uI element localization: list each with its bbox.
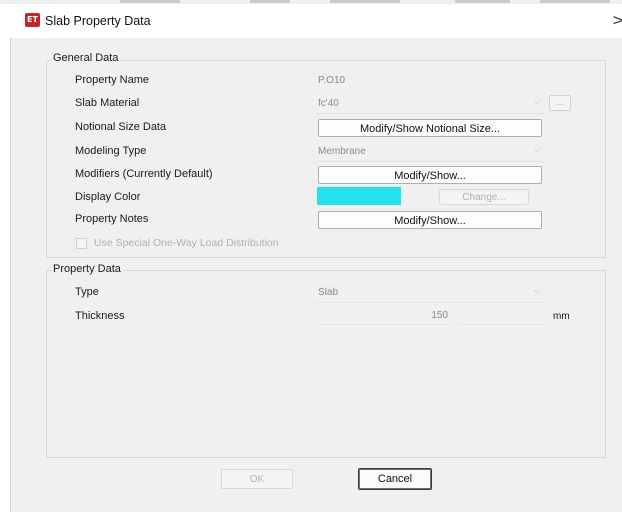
thickness-unit: mm [553, 311, 570, 322]
chevron-down-icon: ⌵ [533, 145, 540, 154]
one-way-load-checkbox[interactable] [76, 238, 87, 249]
modifiers-label: Modifiers (Currently Default) [75, 168, 213, 180]
general-data-title: General Data [51, 52, 121, 64]
notional-size-label: Notional Size Data [75, 121, 167, 133]
chevron-down-icon: ⌵ [533, 286, 540, 295]
thickness-label: Thickness [75, 310, 125, 322]
property-name-value: P.O10 [318, 75, 346, 86]
slab-material-dropdown[interactable]: fc'40 ⌵ [316, 95, 544, 114]
property-notes-label: Property Notes [75, 213, 149, 225]
change-color-button[interactable]: Change... [439, 189, 529, 205]
modeling-type-value: Membrane [318, 146, 366, 157]
display-color-label: Display Color [75, 191, 141, 203]
type-label: Type [75, 286, 99, 298]
modeling-type-dropdown[interactable]: Membrane ⌵ [316, 143, 544, 162]
thickness-extra-field [458, 308, 546, 325]
slab-material-label: Slab Material [75, 97, 140, 109]
ok-button[interactable]: OK [221, 469, 293, 489]
close-icon[interactable]: > [612, 11, 622, 29]
modeling-type-label: Modeling Type [75, 145, 147, 157]
thickness-value: 150 [431, 310, 448, 321]
one-way-load-label: Use Special One-Way Load Distribution [94, 237, 279, 249]
type-dropdown[interactable]: Slab ⌵ [316, 284, 544, 303]
modifiers-button[interactable]: Modify/Show... [318, 166, 542, 184]
cancel-button[interactable]: Cancel [358, 468, 432, 490]
slab-material-value: fc'40 [318, 98, 339, 109]
type-value: Slab [318, 287, 339, 298]
chevron-down-icon: ⌵ [533, 97, 540, 106]
display-color-swatch[interactable] [317, 187, 401, 205]
property-notes-button[interactable]: Modify/Show... [318, 211, 542, 229]
app-logo-icon: ET [25, 13, 40, 27]
property-data-title: Property Data [51, 263, 123, 275]
thickness-input[interactable]: 150 [316, 308, 448, 325]
window-title: Slab Property Data [45, 14, 151, 28]
title-bar[interactable]: ET Slab Property Data > [0, 4, 622, 38]
dialog-body: General Data Property Name P.O10 Slab Ma… [10, 38, 622, 512]
property-name-label: Property Name [75, 74, 149, 86]
material-browse-button[interactable]: ... [549, 95, 571, 111]
notional-size-button[interactable]: Modify/Show Notional Size... [318, 119, 542, 137]
